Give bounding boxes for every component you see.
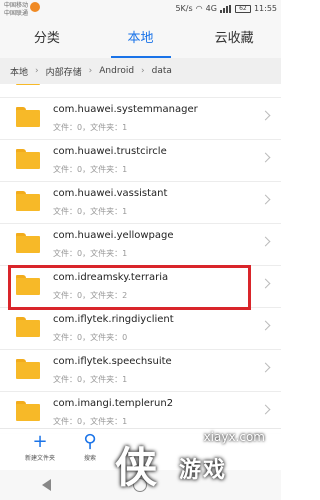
folder-meta: 文件：0，文件夹：1 — [53, 207, 128, 216]
folder-icon — [16, 107, 40, 127]
folder-meta: 文件：0，文件夹：0 — [53, 333, 128, 342]
breadcrumb: 本地 › 内部存储 › Android › data — [0, 58, 281, 84]
chevron-right-icon: › — [88, 66, 93, 76]
new-folder-label: 新建文件夹 — [24, 455, 55, 462]
folder-name: com.huawei.vassistant — [53, 188, 168, 199]
folder-icon — [16, 359, 40, 379]
list-item[interactable]: com.huawei.yellowpage 文件：0，文件夹：1 — [0, 224, 281, 266]
folder-icon — [16, 401, 40, 421]
folder-meta: 文件：0，文件夹：1 — [53, 417, 128, 426]
chevron-right-icon — [260, 194, 271, 205]
plus-icon: + — [32, 431, 48, 452]
list-item[interactable]: com.huawei.systemmanager 文件：0，文件夹：1 — [0, 98, 281, 140]
list-item[interactable]: com.huawei.vassistant 文件：0，文件夹：1 — [0, 182, 281, 224]
back-icon[interactable] — [42, 479, 51, 491]
status-bar: 中国移动 中国联通 5K/s ◠ 4G 62 11:55 — [0, 0, 281, 20]
folder-icon — [16, 149, 40, 169]
signal-icon — [219, 4, 232, 13]
home-icon[interactable] — [133, 478, 147, 492]
folder-meta: 文件：0，文件夹：1 — [53, 249, 128, 258]
chevron-right-icon — [260, 110, 271, 121]
folder-name: com.huawei.trustcircle — [53, 146, 167, 157]
list-item[interactable]: com.iflytek.speechsuite 文件：0，文件夹：1 — [0, 350, 281, 392]
clock: 11:55 — [253, 4, 277, 13]
battery-icon: 62 — [234, 4, 251, 13]
chevron-right-icon — [260, 320, 271, 331]
search-button[interactable]: ⚲ 搜索 — [65, 431, 115, 462]
folder-name: com.iflytek.ringdiyclient — [53, 314, 174, 325]
breadcrumb-android[interactable]: Android — [99, 66, 134, 76]
chevron-right-icon — [260, 362, 271, 373]
list-item[interactable]: com.iflytek.ringdiyclient 文件：0，文件夹：0 — [0, 308, 281, 350]
folder-meta: 文件：0，文件夹：1 — [53, 165, 128, 174]
tab-bar: 分类 本地 云收藏 — [0, 20, 281, 58]
chevron-right-icon — [260, 152, 271, 163]
chevron-right-icon: › — [35, 66, 39, 76]
navigation-bar — [0, 470, 281, 500]
list-item[interactable]: com.huawei.trustcircle 文件：0，文件夹：1 — [0, 140, 281, 182]
folder-icon — [16, 233, 40, 253]
carrier-1: 中国移动 — [4, 2, 29, 9]
carrier-info: 中国移动 中国联通 — [4, 2, 28, 18]
tab-category[interactable]: 分类 — [0, 20, 94, 58]
carrier-2: 中国联通 — [4, 10, 29, 17]
chevron-right-icon — [260, 278, 271, 289]
tab-cloud-favorites[interactable]: 云收藏 — [187, 20, 281, 58]
wifi-icon: ◠ — [195, 4, 203, 13]
folder-meta: 文件：0，文件夹：1 — [53, 123, 128, 132]
network-speed: 5K/s — [175, 4, 193, 13]
search-icon: ⚲ — [83, 431, 97, 452]
breadcrumb-data[interactable]: data — [152, 66, 172, 76]
search-label: 搜索 — [83, 455, 96, 462]
breadcrumb-internal-storage[interactable]: 内部存储 — [46, 65, 82, 78]
breadcrumb-local[interactable]: 本地 — [10, 65, 28, 78]
folder-name: com.huawei.systemmanager — [53, 104, 198, 115]
notification-icon — [30, 2, 40, 12]
new-folder-button[interactable]: + 新建文件夹 — [15, 431, 65, 462]
chevron-right-icon — [260, 236, 271, 247]
network-type: 4G — [205, 4, 217, 13]
folder-meta: 文件：0，文件夹：1 — [53, 375, 128, 384]
folder-name: com.imangi.templerun2 — [53, 398, 174, 409]
chevron-right-icon: › — [141, 66, 145, 76]
folder-name: com.huawei.yellowpage — [53, 230, 174, 241]
list-item[interactable] — [0, 84, 281, 98]
folder-icon — [16, 84, 40, 85]
folder-icon — [16, 191, 40, 211]
highlight-box — [8, 265, 251, 310]
status-indicators: 5K/s ◠ 4G 62 11:55 — [175, 4, 277, 13]
tab-local[interactable]: 本地 — [94, 20, 188, 58]
chevron-right-icon — [260, 404, 271, 415]
folder-name: com.iflytek.speechsuite — [53, 356, 172, 367]
bottom-toolbar: + 新建文件夹 ⚲ 搜索 — [0, 428, 281, 470]
folder-icon — [16, 317, 40, 337]
